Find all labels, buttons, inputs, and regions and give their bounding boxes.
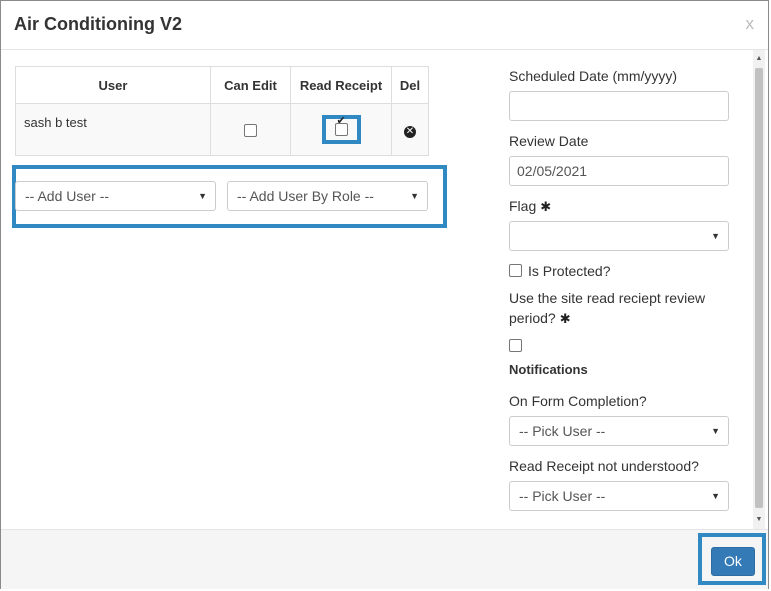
dialog-body: User Can Edit Read Receipt Del sash b te… [1,50,768,529]
dialog: Air Conditioning V2 x User Can Edit Read… [0,0,769,589]
required-icon: ✱ [540,199,552,214]
is-protected-row: Is Protected? [509,263,611,279]
chevron-down-icon: ▼ [711,491,720,501]
rr-not-understood-label: Read Receipt not understood? [509,458,699,474]
scheduled-date-label: Scheduled Date (mm/yyyy) [509,68,678,84]
column-header-del: Del [391,66,429,104]
required-icon: ✱ [559,311,571,326]
scrollbar[interactable]: ▲ ▼ [753,50,765,529]
is-protected-checkbox[interactable] [509,264,522,277]
flag-label-text: Flag [509,198,537,214]
use-site-period-label: Use the site read reciept review period?… [509,288,705,329]
scrollbar-thumb[interactable] [755,68,763,508]
is-protected-label: Is Protected? [528,263,611,279]
scroll-down-arrow-icon[interactable]: ▼ [753,513,765,527]
column-header-can-edit: Can Edit [210,66,291,104]
table-row: sash b test ✕ [15,103,429,156]
add-user-by-role-select-label: -- Add User By Role -- [237,188,374,204]
close-icon[interactable]: x [746,14,755,34]
ok-button[interactable]: Ok [711,547,755,576]
scheduled-date-input[interactable] [509,91,729,121]
dialog-title: Air Conditioning V2 [14,14,182,34]
use-site-period-row [509,336,522,352]
can-edit-checkbox[interactable] [244,124,257,138]
add-user-select-label: -- Add User -- [25,188,110,204]
on-completion-select[interactable]: -- Pick User -- ▼ [509,416,729,446]
flag-label: Flag ✱ [509,198,551,215]
add-user-select[interactable]: -- Add User -- ▼ [15,181,216,211]
delete-icon[interactable]: ✕ [404,125,416,138]
column-header-user: User [15,66,211,104]
dialog-footer: Ok [1,529,768,589]
column-header-read-receipt: Read Receipt [290,66,392,104]
read-receipt-checkbox[interactable] [334,123,348,136]
on-completion-label: On Form Completion? [509,393,647,409]
scroll-up-arrow-icon[interactable]: ▲ [753,52,765,66]
rr-not-understood-select[interactable]: -- Pick User -- ▼ [509,481,729,511]
dialog-header: Air Conditioning V2 x [1,1,768,50]
chevron-down-icon: ▼ [711,426,720,436]
users-table: User Can Edit Read Receipt Del sash b te… [15,66,429,156]
use-site-period-checkbox[interactable] [509,338,522,352]
flag-select[interactable]: ▼ [509,221,729,251]
review-date-input[interactable]: 02/05/2021 [509,156,729,186]
use-site-period-label-line2: period? [509,310,556,326]
add-user-by-role-select[interactable]: -- Add User By Role -- ▼ [227,181,428,211]
rr-not-understood-select-value: -- Pick User -- [519,488,606,504]
chevron-down-icon: ▼ [410,191,419,201]
notifications-heading: Notifications [509,362,588,377]
use-site-period-label-line1: Use the site read reciept review [509,290,706,306]
on-completion-select-value: -- Pick User -- [519,423,606,439]
read-receipt-highlight [321,115,361,144]
ok-button-highlight: Ok [698,533,766,585]
chevron-down-icon: ▼ [711,231,720,241]
chevron-down-icon: ▼ [198,191,207,201]
user-name-cell: sash b test [15,103,211,156]
review-date-label: Review Date [509,133,589,149]
